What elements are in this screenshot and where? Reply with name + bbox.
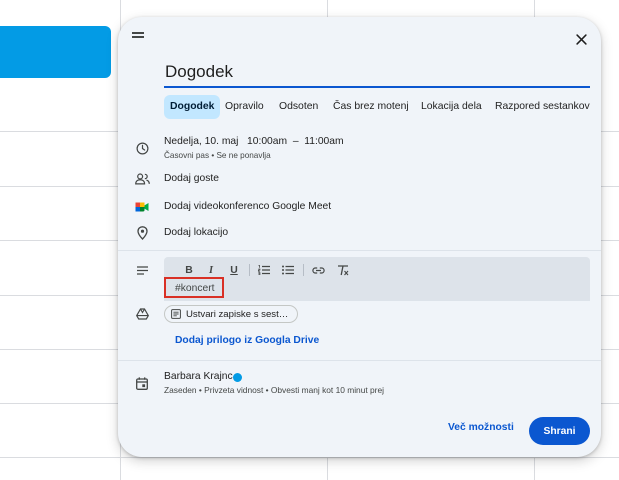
event-date-time[interactable]: Nedelja, 10. maj 10:00am – 11:00am bbox=[164, 136, 344, 147]
title-field bbox=[164, 60, 592, 88]
tab-lokacija-dela[interactable]: Lokacija dela bbox=[415, 95, 488, 119]
calendar-owner-name[interactable]: Barbara Krajnc bbox=[164, 371, 233, 382]
description-text[interactable]: #koncert bbox=[175, 283, 215, 294]
add-location-label[interactable]: Dodaj lokacijo bbox=[164, 227, 228, 238]
title-input[interactable] bbox=[164, 60, 592, 84]
numbered-list-icon[interactable] bbox=[255, 262, 273, 278]
bold-icon[interactable]: B bbox=[180, 262, 198, 278]
bulleted-list-icon[interactable] bbox=[279, 262, 297, 278]
toolbar-separator bbox=[303, 264, 304, 276]
tab-opravilo[interactable]: Opravilo bbox=[219, 95, 270, 119]
tab-odsoten[interactable]: Odsoten bbox=[273, 95, 324, 119]
link-icon[interactable] bbox=[309, 262, 327, 278]
description-editor[interactable]: B I U bbox=[164, 257, 590, 301]
calendar-icon bbox=[134, 375, 150, 391]
calendar-color-dot[interactable] bbox=[233, 373, 242, 382]
calendar-settings-summary[interactable]: Zaseden • Privzeta vidnost • Obvesti man… bbox=[164, 385, 384, 395]
event-date[interactable]: Nedelja, 10. maj bbox=[164, 136, 238, 147]
time-separator: – bbox=[292, 136, 299, 147]
divider bbox=[118, 360, 601, 361]
take-notes-label: Ustvari zapiske s sest… bbox=[186, 309, 289, 320]
calendar-event-block[interactable] bbox=[0, 26, 111, 78]
close-button[interactable] bbox=[567, 25, 595, 53]
tab-cas-brez-motenj[interactable]: Čas brez motenj bbox=[327, 95, 415, 119]
grid-line bbox=[0, 457, 619, 458]
add-guests-label[interactable]: Dodaj goste bbox=[164, 173, 219, 184]
underline-icon[interactable]: U bbox=[225, 262, 243, 278]
timezone-recurrence[interactable]: Časovni pas • Se ne ponavlja bbox=[164, 151, 271, 160]
clock-icon bbox=[134, 140, 150, 156]
toolbar-separator bbox=[249, 264, 250, 276]
clear-formatting-icon[interactable] bbox=[334, 262, 352, 278]
take-notes-chip[interactable]: Ustvari zapiske s sest… bbox=[164, 305, 298, 323]
more-options-button[interactable]: Več možnosti bbox=[448, 422, 514, 433]
notes-icon bbox=[171, 309, 181, 319]
add-meet-label[interactable]: Dodaj videokonferenco Google Meet bbox=[164, 201, 331, 212]
divider bbox=[118, 250, 601, 251]
google-drive-icon bbox=[134, 306, 150, 322]
event-end[interactable]: 11:00am bbox=[304, 136, 343, 147]
description-icon bbox=[134, 262, 150, 278]
save-button[interactable]: Shrani bbox=[529, 417, 590, 445]
event-start[interactable]: 10:00am bbox=[247, 136, 287, 147]
drag-handle-icon[interactable] bbox=[132, 32, 144, 40]
event-dialog: Dogodek Opravilo Odsoten Čas brez motenj… bbox=[118, 17, 601, 457]
italic-icon[interactable]: I bbox=[202, 262, 220, 278]
close-icon bbox=[575, 33, 587, 45]
add-drive-attachment-link[interactable]: Dodaj prilogo iz Googla Drive bbox=[175, 335, 319, 346]
tab-dogodek[interactable]: Dogodek bbox=[164, 95, 221, 119]
tab-razpored-sestankov[interactable]: Razpored sestankov bbox=[489, 95, 596, 119]
